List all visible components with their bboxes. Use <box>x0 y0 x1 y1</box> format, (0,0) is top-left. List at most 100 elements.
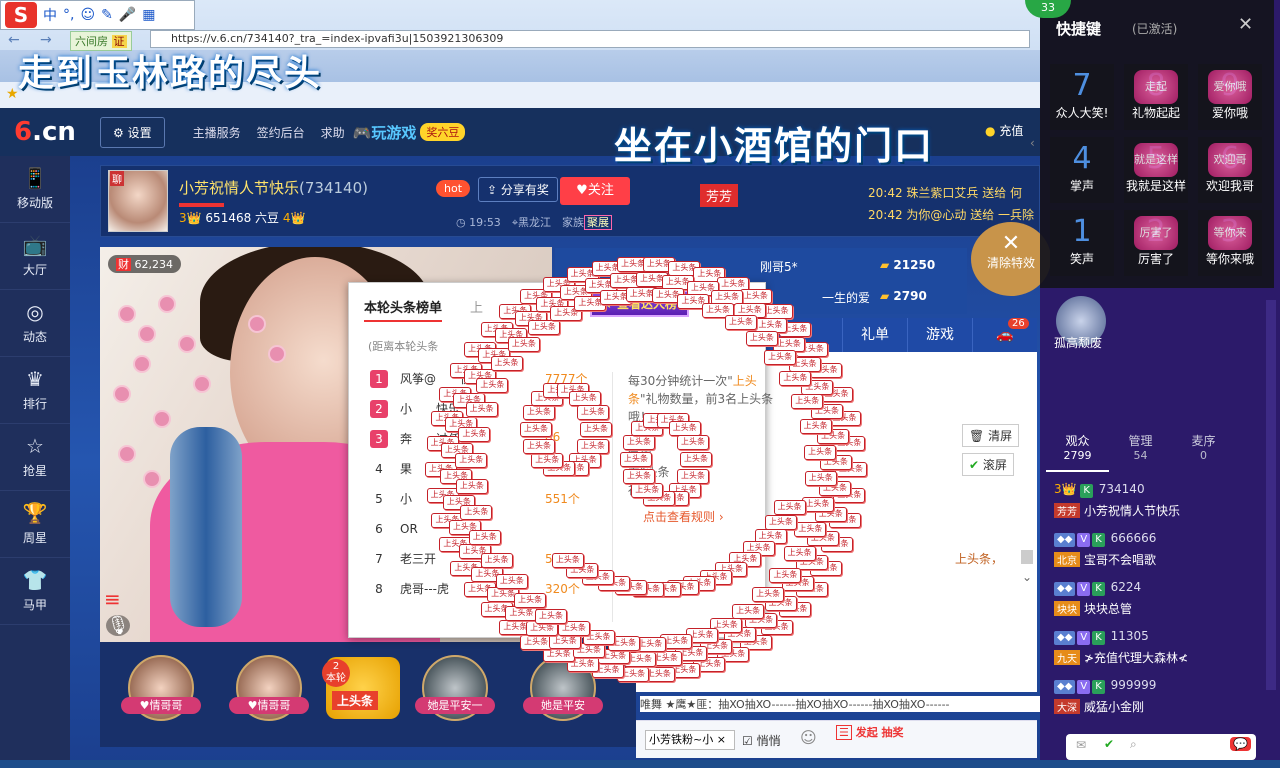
zoom-icon[interactable]: ⌕ <box>1130 737 1137 752</box>
contract-backend-link[interactable]: 签约后台 <box>257 124 305 141</box>
favorite-star-icon[interactable]: ★ <box>6 86 19 102</box>
shortcut-key[interactable]: 9爱你哦爱你哦 <box>1198 64 1262 130</box>
ime-mode[interactable]: 中 <box>43 5 57 25</box>
shortcut-key[interactable]: 2厉害了厉害了 <box>1124 210 1188 276</box>
user-row[interactable]: ◆◆ V K 999999 大深 威猛小金刚 <box>1054 678 1234 715</box>
menu-icon[interactable]: ≡ <box>104 587 121 611</box>
shortcut-sticker-image: 等你来 <box>1208 216 1252 250</box>
shortcut-key[interactable]: 4 掌声 <box>1050 137 1114 203</box>
chat-target-select[interactable]: 小芳铁粉~小 × <box>645 730 735 750</box>
scroll-screen-button[interactable]: ✔ 滚屏 <box>962 453 1014 476</box>
rank-row[interactable]: 7 老三开 520个 <box>370 550 590 568</box>
rank-name: 奔 过任务 <box>400 432 473 446</box>
leader-2-name[interactable]: 一生的爱 <box>822 289 870 306</box>
rank-popup-tab2[interactable]: 上 <box>470 297 483 316</box>
shortcut-key[interactable]: 3等你来等你来哦 <box>1198 210 1262 276</box>
view-rules-link[interactable]: 点击查看规则 › <box>643 508 724 525</box>
user-rank-icon: ◆◆ <box>1054 582 1076 596</box>
shortcut-key[interactable]: 6欢迎哥欢迎我哥 <box>1198 137 1262 203</box>
rank-number: 7 <box>375 552 383 566</box>
chevron-left-icon[interactable]: ‹ <box>1030 136 1035 150</box>
rank-row[interactable]: 2 小 快乐 <box>370 400 590 418</box>
fan-name: 情哥哥 <box>257 699 291 712</box>
user-row-badges: ◆◆ V K 999999 <box>1054 678 1234 694</box>
nav-star[interactable]: ☆ 抢星 <box>0 424 70 491</box>
rank-row[interactable]: 8 虎哥---虎 320个 <box>370 580 590 598</box>
heart-icon: ♥ <box>247 699 258 712</box>
rank-row[interactable]: 6 OR <box>370 520 590 538</box>
ime-punct[interactable]: °, <box>63 7 74 23</box>
user-name: ≯充值代理大森林≮ <box>1084 651 1189 665</box>
chat-bubble-icon[interactable]: 💬 <box>1230 737 1251 751</box>
user-row[interactable]: ◆◆ V K 666666 北京 宝哥不会唱歌 <box>1054 531 1234 568</box>
k-badge: K <box>1092 680 1105 694</box>
shortcut-key[interactable]: 1 笑声 <box>1050 210 1114 276</box>
rank-row[interactable]: 5 小 551个 <box>370 490 590 508</box>
close-icon[interactable]: ✕ <box>1238 14 1253 35</box>
pen-icon[interactable]: ✎ <box>101 7 113 23</box>
shortcut-sticker-image: 欢迎哥 <box>1208 143 1252 177</box>
chat-scrollbar[interactable] <box>1021 550 1033 564</box>
view-experts-button[interactable]: ★ 查看达人榜 <box>590 290 689 317</box>
left-nav: 📱 移动版 📺 大厅 ◎ 动态 ♛ 排行 ☆ 抢星 🏆 周星 👕 马甲 <box>0 156 70 768</box>
user-row[interactable]: ◆◆ V K 11305 九天 ≯充值代理大森林≮ <box>1054 629 1234 666</box>
leader-1-name[interactable]: 刚哥5* <box>760 258 798 275</box>
tab-count: 0 <box>1200 449 1207 462</box>
family-tag[interactable]: 聚展 <box>584 215 613 230</box>
guest-name[interactable]: 孤高颓废 <box>1054 334 1102 351</box>
shortcut-key[interactable]: 8走起礼物起起 <box>1124 64 1188 130</box>
tab-audience[interactable]: 观众 2799 <box>1046 432 1109 472</box>
nav-feed[interactable]: ◎ 动态 <box>0 290 70 357</box>
close-icon: ✕ <box>1001 231 1021 256</box>
tab-games[interactable]: 游戏 <box>907 318 972 352</box>
leader-2-value: ▰ 2790 <box>880 289 927 303</box>
clear-screen-button[interactable]: 🗑 清屏 <box>962 424 1020 447</box>
nav-hall[interactable]: 📺 大厅 <box>0 223 70 290</box>
whisper-checkbox[interactable]: ☑ 悄悄 <box>742 732 781 749</box>
user-list-scrollbar[interactable] <box>1266 300 1276 690</box>
nav-vest[interactable]: 👕 马甲 <box>0 558 70 625</box>
user-family-tag: 大深 <box>1054 699 1080 714</box>
mic-toggle-icon[interactable]: 🎙 <box>106 615 130 636</box>
settings-button[interactable]: ⚙ 设置 <box>100 116 165 148</box>
user-rank-icon: ◆◆ <box>1054 680 1076 694</box>
chevron-down-icon[interactable]: ⌄ <box>1022 570 1032 584</box>
smiley-icon[interactable]: ☺ <box>800 728 817 747</box>
shortcut-key[interactable]: 5就是这样我就是这样 <box>1124 137 1188 203</box>
emoji-icon[interactable]: ☺ <box>80 7 95 23</box>
play-games-link[interactable]: 🎮玩游戏 <box>353 122 417 143</box>
grid-icon[interactable]: ▦ <box>142 7 155 23</box>
shortcut-key-label: 爱你哦 <box>1211 106 1248 120</box>
mail-icon[interactable]: ✉ <box>1076 738 1086 752</box>
nav-weekly[interactable]: 🏆 周星 <box>0 491 70 558</box>
share-button[interactable]: ⇪ 分享有奖 <box>478 177 558 202</box>
lottery-label: 发起 抽奖 <box>855 726 904 739</box>
rank-score: 7777个 <box>545 372 588 386</box>
close-icon[interactable]: × <box>717 733 726 746</box>
tab-admins[interactable]: 管理 54 <box>1109 432 1172 472</box>
rank-row[interactable]: 1 风筝@ 快乐 7777个 <box>370 370 590 388</box>
rank-row[interactable]: 4 果 乐 660个 <box>370 460 590 478</box>
rank-popup-title[interactable]: 本轮头条榜单 <box>364 297 443 322</box>
user-row[interactable]: 3👑 K 734140 芳芳 小芳祝情人节快乐 <box>1054 482 1234 519</box>
clear-effects-button[interactable]: ✕ 清除特效 <box>971 222 1051 296</box>
follow-button[interactable]: ♥关注 <box>560 177 630 205</box>
anchor-service-link[interactable]: 主播服务 <box>193 124 241 141</box>
clock-icon: ◷ <box>456 216 466 229</box>
tab-gift-list[interactable]: 礼单 <box>842 318 907 352</box>
user-row[interactable]: ◆◆ V K 6224 块块 块块总管 <box>1054 580 1234 617</box>
help-link[interactable]: 求助 <box>321 124 345 141</box>
rank-name: 虎哥---虎 <box>400 582 449 596</box>
tab-mic-queue[interactable]: 麦序 0 <box>1172 432 1235 472</box>
nav-mobile[interactable]: 📱 移动版 <box>0 156 70 223</box>
check-icon[interactable]: ✔ <box>1104 737 1114 751</box>
rank-row[interactable]: 3 奔 过任务 86 <box>370 430 590 448</box>
mic-icon[interactable]: 🎤 <box>119 7 136 23</box>
user-row-badges: ◆◆ V K 666666 <box>1054 531 1234 547</box>
ime-toolbar[interactable]: S 中 °, ☺ ✎ 🎤 ▦ <box>0 0 195 30</box>
site-logo[interactable]: 6 .cn <box>0 108 90 156</box>
nav-ranking[interactable]: ♛ 排行 <box>0 357 70 424</box>
shortcut-key[interactable]: 7 众人大笑! <box>1050 64 1114 130</box>
lottery-button[interactable]: ☰ 发起 抽奖 <box>836 725 904 740</box>
recharge-link[interactable]: ● 充值 <box>985 122 1023 139</box>
